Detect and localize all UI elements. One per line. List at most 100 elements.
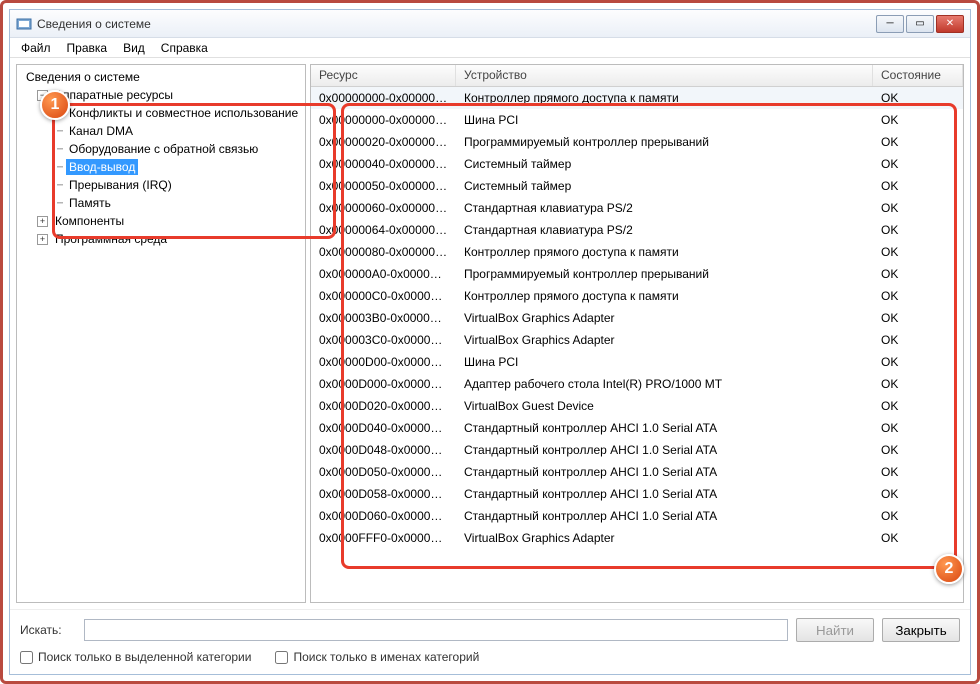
menu-edit[interactable]: Правка	[60, 39, 115, 57]
tree-feedback[interactable]: ⋯Оборудование с обратной связью	[19, 140, 303, 158]
menu-help[interactable]: Справка	[154, 39, 215, 57]
minimize-button[interactable]: ─	[876, 15, 904, 33]
cell-status: OK	[873, 111, 963, 129]
chk-category-names[interactable]: Поиск только в именах категорий	[275, 650, 479, 664]
cell-status: OK	[873, 507, 963, 525]
tree-components[interactable]: +Компоненты	[19, 212, 303, 230]
bottom-panel: Искать: Найти Закрыть Поиск только в выд…	[10, 609, 970, 674]
close-button[interactable]: ✕	[936, 15, 964, 33]
cell-device: Программируемый контроллер прерываний	[456, 265, 873, 283]
table-row[interactable]: 0x0000D060-0x0000D0...Стандартный контро…	[311, 505, 963, 527]
cell-status: OK	[873, 133, 963, 151]
tree-root[interactable]: Сведения о системе	[19, 68, 303, 86]
cell-resource: 0x00000D00-0x0000FFFF	[311, 353, 456, 371]
cell-resource: 0x00000080-0x0000008F	[311, 243, 456, 261]
table-body[interactable]: 0x00000000-0x0000000FКонтроллер прямого …	[311, 87, 963, 602]
cell-status: OK	[873, 89, 963, 107]
cell-device: Шина PCI	[456, 353, 873, 371]
cell-resource: 0x00000060-0x000000...	[311, 199, 456, 217]
table-row[interactable]: 0x00000D00-0x0000FFFFШина PCIOK	[311, 351, 963, 373]
cell-device: Контроллер прямого доступа к памяти	[456, 243, 873, 261]
table-row[interactable]: 0x000000A0-0x000000...Программируемый ко…	[311, 263, 963, 285]
cell-device: Стандартный контроллер AHCI 1.0 Serial A…	[456, 419, 873, 437]
cell-device: Контроллер прямого доступа к памяти	[456, 287, 873, 305]
cell-device: Стандартный контроллер AHCI 1.0 Serial A…	[456, 463, 873, 481]
close-search-button[interactable]: Закрыть	[882, 618, 960, 642]
table-row[interactable]: 0x000000C0-0x000000...Контроллер прямого…	[311, 285, 963, 307]
table-row[interactable]: 0x0000D048-0x0000D0...Стандартный контро…	[311, 439, 963, 461]
annotation-badge-1: 1	[40, 90, 70, 120]
menubar: Файл Правка Вид Справка	[10, 38, 970, 58]
cell-resource: 0x0000D000-0x0000D0...	[311, 375, 456, 393]
table-row[interactable]: 0x00000000-0x0000000FШина PCIOK	[311, 109, 963, 131]
table-row[interactable]: 0x0000D040-0x0000D0...Стандартный контро…	[311, 417, 963, 439]
chk-selected-category[interactable]: Поиск только в выделенной категории	[20, 650, 251, 664]
table-row[interactable]: 0x0000D058-0x0000D0...Стандартный контро…	[311, 483, 963, 505]
titlebar[interactable]: Сведения о системе ─ ▭ ✕	[10, 10, 970, 38]
col-device[interactable]: Устройство	[456, 65, 873, 86]
cell-status: OK	[873, 243, 963, 261]
cell-device: VirtualBox Graphics Adapter	[456, 529, 873, 547]
cell-status: OK	[873, 463, 963, 481]
cell-device: Программируемый контроллер прерываний	[456, 133, 873, 151]
table-row[interactable]: 0x000003B0-0x000003...VirtualBox Graphic…	[311, 307, 963, 329]
cell-device: Контроллер прямого доступа к памяти	[456, 89, 873, 107]
cell-resource: 0x00000064-0x000000...	[311, 221, 456, 239]
cell-device: Стандартная клавиатура PS/2	[456, 221, 873, 239]
tree-software[interactable]: +Программная среда	[19, 230, 303, 248]
cell-resource: 0x0000FFF0-0x0000FFFF	[311, 529, 456, 547]
table-header[interactable]: Ресурс Устройство Состояние	[311, 65, 963, 87]
cell-status: OK	[873, 485, 963, 503]
expand-icon[interactable]: +	[37, 234, 48, 245]
tree-dma[interactable]: ⋯Канал DMA	[19, 122, 303, 140]
table-row[interactable]: 0x000003C0-0x000003...VirtualBox Graphic…	[311, 329, 963, 351]
cell-resource: 0x00000020-0x000000...	[311, 133, 456, 151]
table-row[interactable]: 0x00000080-0x0000008FКонтроллер прямого …	[311, 241, 963, 263]
table-row[interactable]: 0x00000060-0x000000...Стандартная клавиа…	[311, 197, 963, 219]
cell-resource: 0x00000040-0x000000...	[311, 155, 456, 173]
table-row[interactable]: 0x0000FFF0-0x0000FFFFVirtualBox Graphics…	[311, 527, 963, 549]
cell-device: Системный таймер	[456, 177, 873, 195]
tree-memory[interactable]: ⋯Память	[19, 194, 303, 212]
maximize-button[interactable]: ▭	[906, 15, 934, 33]
annotation-badge-2: 2	[934, 554, 964, 584]
tree-io[interactable]: ⋯Ввод-вывод	[19, 158, 303, 176]
table-row[interactable]: 0x00000064-0x000000...Стандартная клавиа…	[311, 219, 963, 241]
cell-device: Стандартный контроллер AHCI 1.0 Serial A…	[456, 441, 873, 459]
menu-file[interactable]: Файл	[14, 39, 58, 57]
cell-resource: 0x000000C0-0x000000...	[311, 287, 456, 305]
table-row[interactable]: 0x0000D000-0x0000D0...Адаптер рабочего с…	[311, 373, 963, 395]
search-input[interactable]	[84, 619, 788, 641]
cell-resource: 0x0000D050-0x0000D0...	[311, 463, 456, 481]
table-row[interactable]: 0x0000D050-0x0000D0...Стандартный контро…	[311, 461, 963, 483]
cell-resource: 0x0000D048-0x0000D0...	[311, 441, 456, 459]
table-row[interactable]: 0x0000D020-0x0000D0...VirtualBox Guest D…	[311, 395, 963, 417]
cell-device: Адаптер рабочего стола Intel(R) PRO/1000…	[456, 375, 873, 393]
cell-status: OK	[873, 287, 963, 305]
cell-status: OK	[873, 331, 963, 349]
table-row[interactable]: 0x00000050-0x000000...Системный таймерOK	[311, 175, 963, 197]
search-label: Искать:	[20, 623, 76, 637]
menu-view[interactable]: Вид	[116, 39, 152, 57]
col-resource[interactable]: Ресурс	[311, 65, 456, 86]
cell-status: OK	[873, 419, 963, 437]
tree-irq[interactable]: ⋯Прерывания (IRQ)	[19, 176, 303, 194]
cell-resource: 0x00000000-0x0000000F	[311, 89, 456, 107]
tree-pane[interactable]: Сведения о системе −Аппаратные ресурсы ⋯…	[16, 64, 306, 603]
cell-device: VirtualBox Guest Device	[456, 397, 873, 415]
cell-status: OK	[873, 265, 963, 283]
cell-resource: 0x0000D058-0x0000D0...	[311, 485, 456, 503]
cell-resource: 0x00000050-0x000000...	[311, 177, 456, 195]
app-icon	[16, 16, 32, 32]
find-button[interactable]: Найти	[796, 618, 874, 642]
cell-status: OK	[873, 177, 963, 195]
table-row[interactable]: 0x00000000-0x0000000FКонтроллер прямого …	[311, 87, 963, 109]
table-row[interactable]: 0x00000040-0x000000...Системный таймерOK	[311, 153, 963, 175]
expand-icon[interactable]: +	[37, 216, 48, 227]
cell-status: OK	[873, 155, 963, 173]
cell-device: Системный таймер	[456, 155, 873, 173]
table-row[interactable]: 0x00000020-0x000000...Программируемый ко…	[311, 131, 963, 153]
col-status[interactable]: Состояние	[873, 65, 963, 86]
cell-resource: 0x0000D020-0x0000D0...	[311, 397, 456, 415]
cell-status: OK	[873, 375, 963, 393]
